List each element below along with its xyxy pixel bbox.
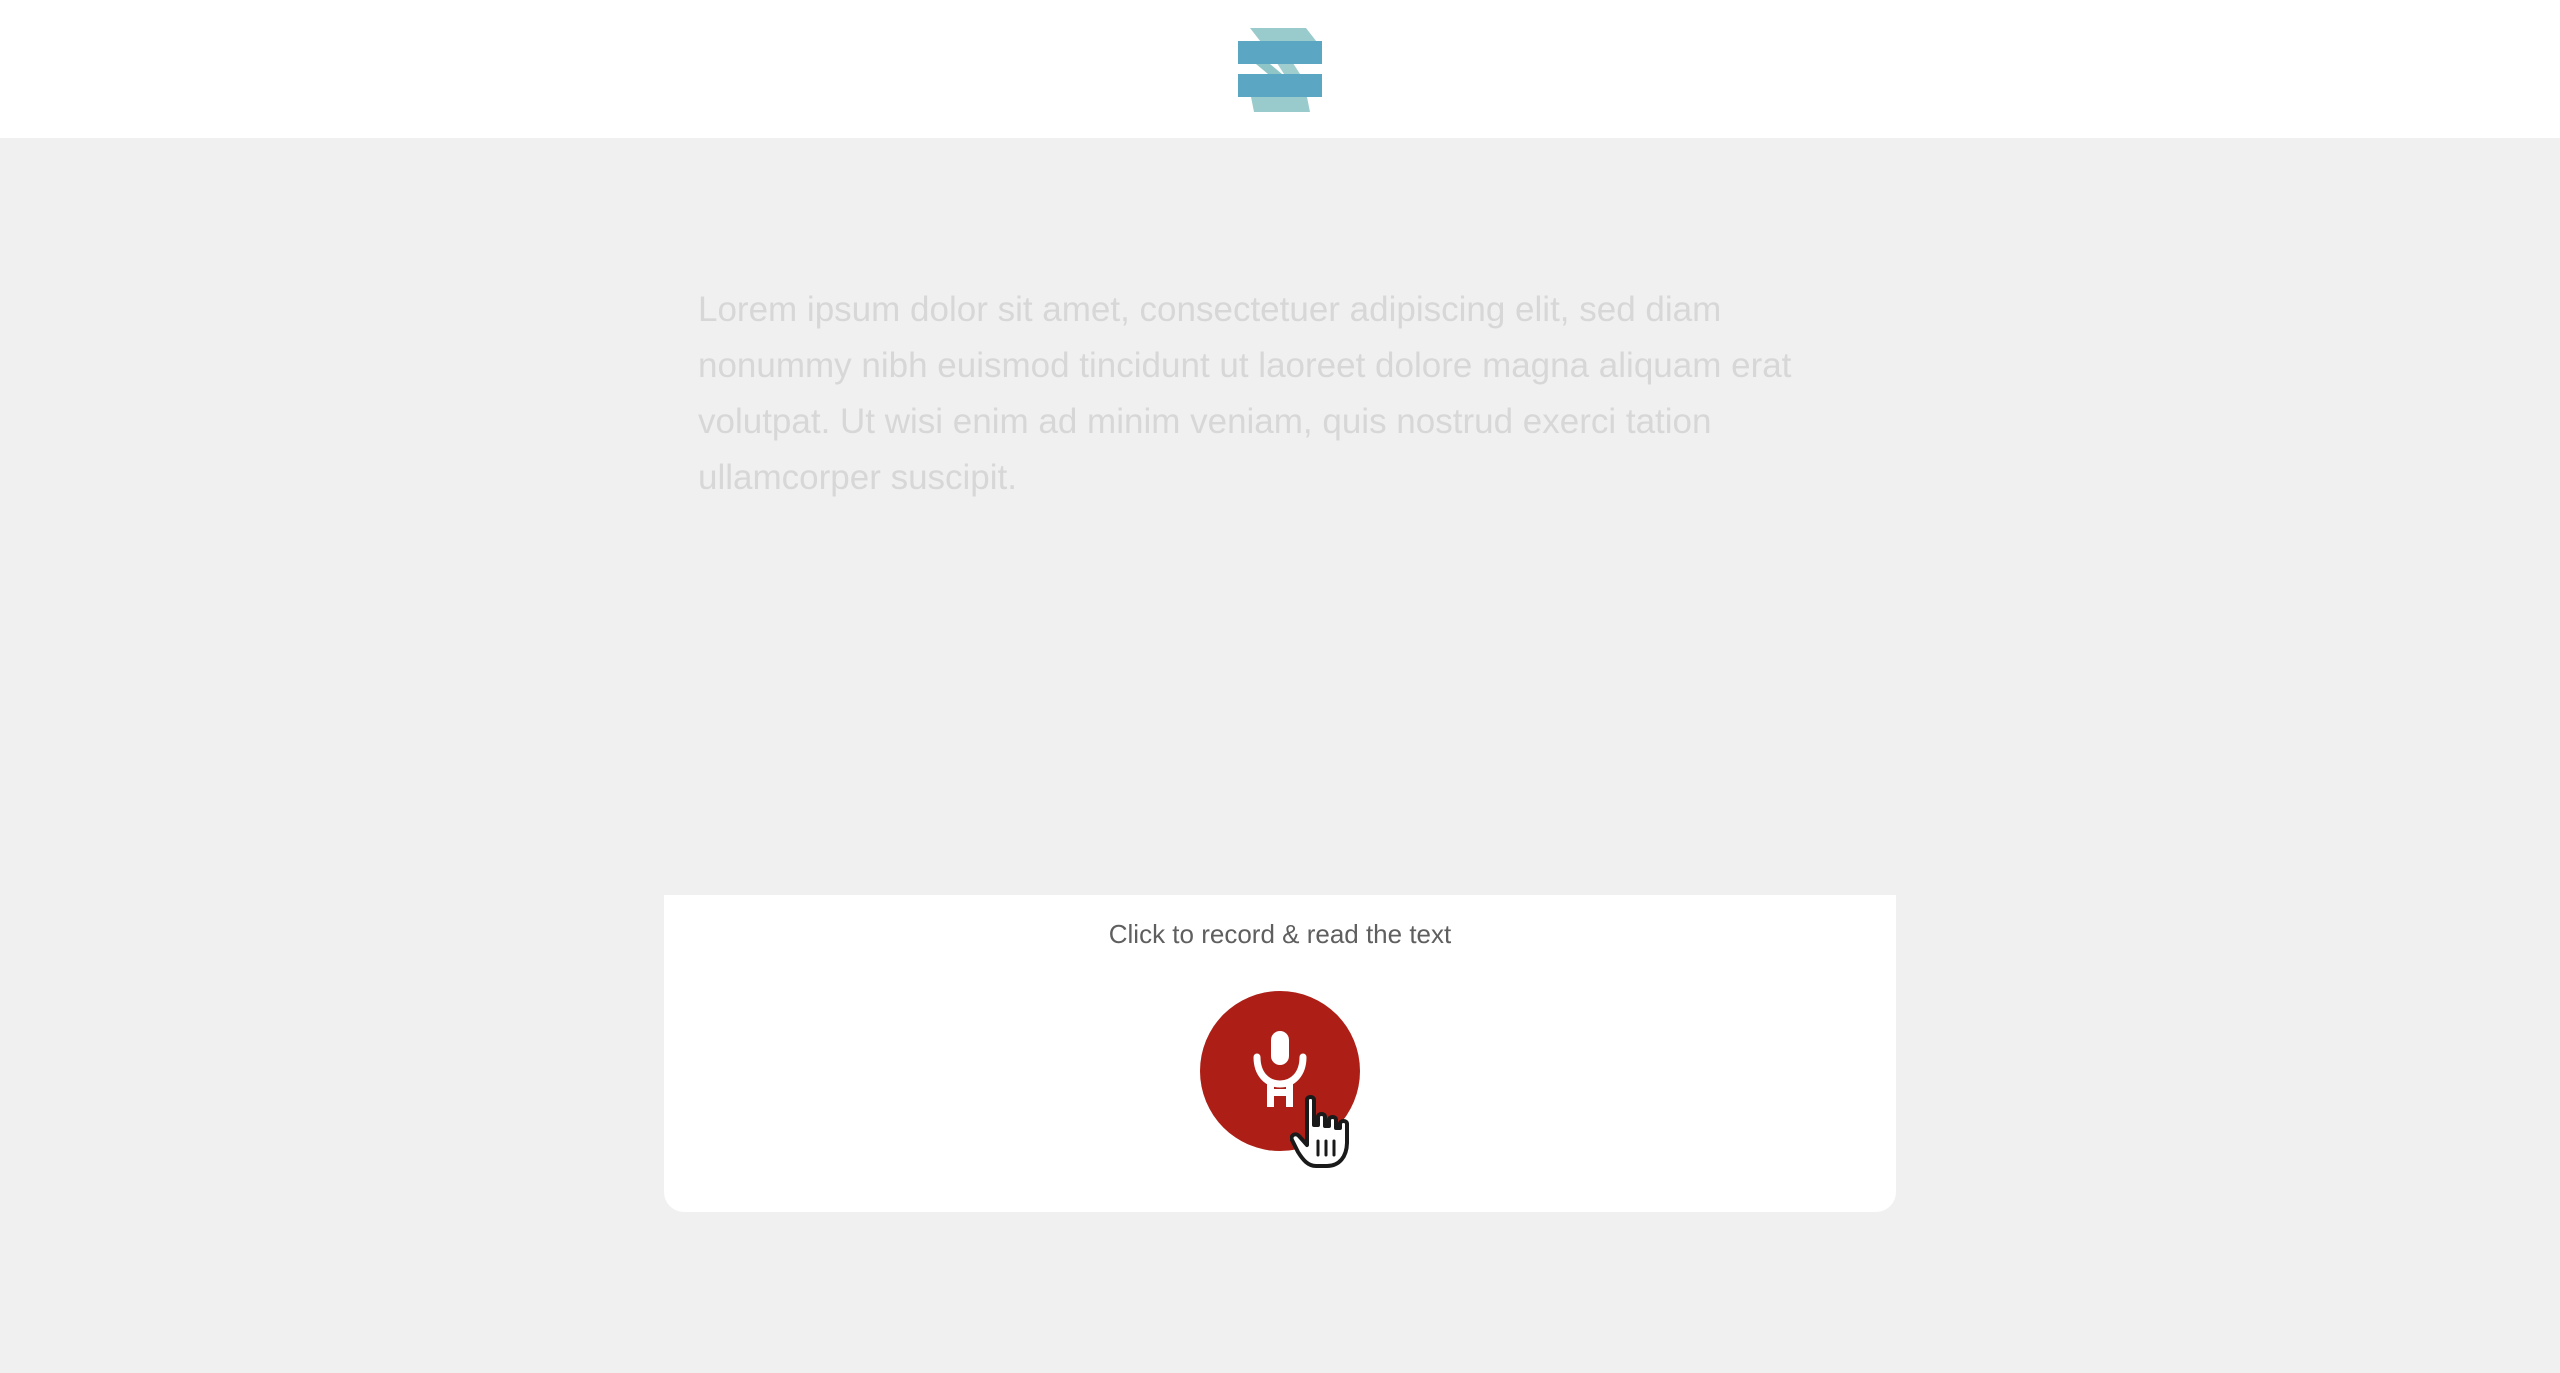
site-logo[interactable] xyxy=(1238,28,1322,112)
recording-panel: Click to record & read the text xyxy=(664,895,1896,1212)
reading-passage: Lorem ipsum dolor sit amet, consectetuer… xyxy=(698,290,1792,497)
top-navigation-bar xyxy=(0,0,2560,138)
recording-instruction: Click to record & read the text xyxy=(1108,919,1452,949)
record-button[interactable] xyxy=(1200,991,1360,1151)
stacked-bars-logo-icon xyxy=(1238,28,1322,112)
microphone-icon xyxy=(1253,1031,1307,1107)
